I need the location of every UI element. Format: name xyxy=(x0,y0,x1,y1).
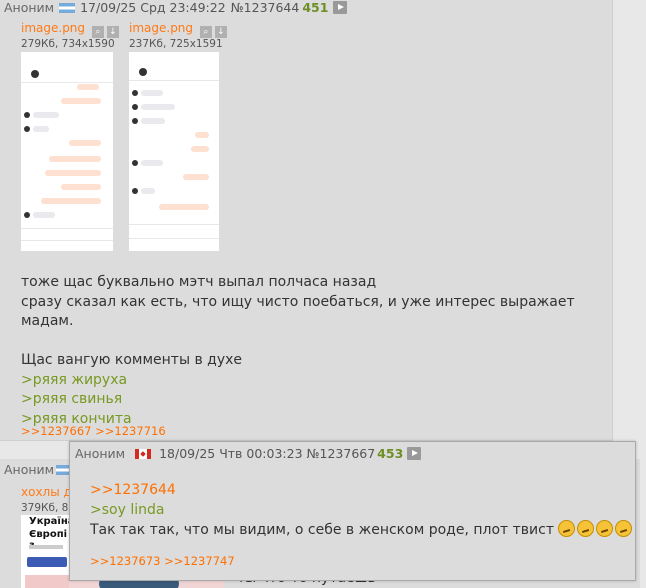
post-text: Так так так, что мы видим, о себе в женс… xyxy=(90,522,554,538)
post-1237644: Аноним 17/09/25 Срд 23:49:22 №1237644 451 i… xyxy=(0,0,613,441)
post-author: Аноним xyxy=(75,446,126,461)
thumb-text: Україна xyxy=(29,516,69,527)
file-meta-1: 279Кб, 734x1590 xyxy=(21,38,115,50)
file-name-text[interactable]: image.png xyxy=(21,21,85,35)
post-author: Аноним xyxy=(4,462,55,477)
post-body: тоже щас буквально мэтч выпал полчаса на… xyxy=(21,273,611,429)
image-thumbnail-1[interactable] xyxy=(21,52,113,251)
search-icon[interactable]: ⌕ xyxy=(91,26,104,38)
post-replies: >>1237667 >>1237716 xyxy=(21,424,166,438)
play-icon[interactable] xyxy=(333,1,348,14)
post-datetime: 17/09/25 Срд 23:49:22 xyxy=(80,0,226,15)
image-thumbnail[interactable]: Україна Європі з xyxy=(21,515,69,588)
file-name-1[interactable]: image.png ⌕ ↓ xyxy=(21,21,119,38)
post-count: 453 xyxy=(377,446,404,461)
thinking-emoji-icon xyxy=(558,520,576,537)
thinking-emoji-icon xyxy=(615,520,633,537)
download-icon[interactable]: ↓ xyxy=(106,26,119,38)
post-number[interactable]: №1237667 xyxy=(307,446,376,461)
file-meta-2: 237Кб, 725x1591 xyxy=(129,38,223,50)
post-line: тоже щас буквально мэтч выпал полчаса на… xyxy=(21,274,377,290)
post-count: 451 xyxy=(302,0,329,15)
canada-flag-icon xyxy=(135,449,152,459)
argentina-flag-icon xyxy=(59,3,76,13)
popup-header: Аноним 18/09/25 Чтв 00:03:23 №1237667 45… xyxy=(75,446,422,461)
reply-link[interactable]: >>1237667 xyxy=(21,424,92,438)
file-meta: 379Кб, 80 xyxy=(21,502,76,514)
popup-replies: >>1237673 >>1237747 xyxy=(90,554,235,568)
greentext-line: >ряяя свинья xyxy=(21,391,123,407)
play-icon[interactable] xyxy=(407,447,422,460)
file-name-2[interactable]: image.png ⌕ ↓ xyxy=(129,21,227,38)
post-preview-popup: Аноним 18/09/25 Чтв 00:03:23 №1237667 45… xyxy=(69,441,636,581)
post-author: Аноним xyxy=(4,0,55,15)
greentext-line: >soy linda xyxy=(90,502,165,518)
post-number[interactable]: №1237644 xyxy=(231,0,300,15)
popup-text-line: Так так так, что мы видим, о себе в женс… xyxy=(90,520,634,540)
file-name-text[interactable]: image.png xyxy=(129,21,193,35)
reply-link[interactable]: >>1237716 xyxy=(95,424,166,438)
post-line-empty xyxy=(21,332,611,352)
thinking-emoji-icon xyxy=(577,520,595,537)
download-icon[interactable]: ↓ xyxy=(214,26,227,38)
reply-link[interactable]: >>1237644 xyxy=(90,480,634,500)
thinking-emoji-icon xyxy=(596,520,614,537)
search-icon[interactable]: ⌕ xyxy=(199,26,212,38)
popup-body: >>1237644 >soy linda Так так так, что мы… xyxy=(90,480,634,540)
post-datetime: 18/09/25 Чтв 00:03:23 xyxy=(159,446,303,461)
reply-link[interactable]: >>1237673 xyxy=(90,554,161,568)
post-header: Аноним 17/09/25 Срд 23:49:22 №1237644 451 xyxy=(4,0,352,16)
greentext-line: >ряяя жируха xyxy=(21,371,128,388)
image-thumbnail-2[interactable] xyxy=(129,52,219,251)
post-line: сразу сказал как есть, что ищу чисто пое… xyxy=(21,293,575,330)
reply-link[interactable]: >>1237747 xyxy=(164,554,235,568)
post-line: Щас вангую комменты в духе xyxy=(21,352,243,368)
